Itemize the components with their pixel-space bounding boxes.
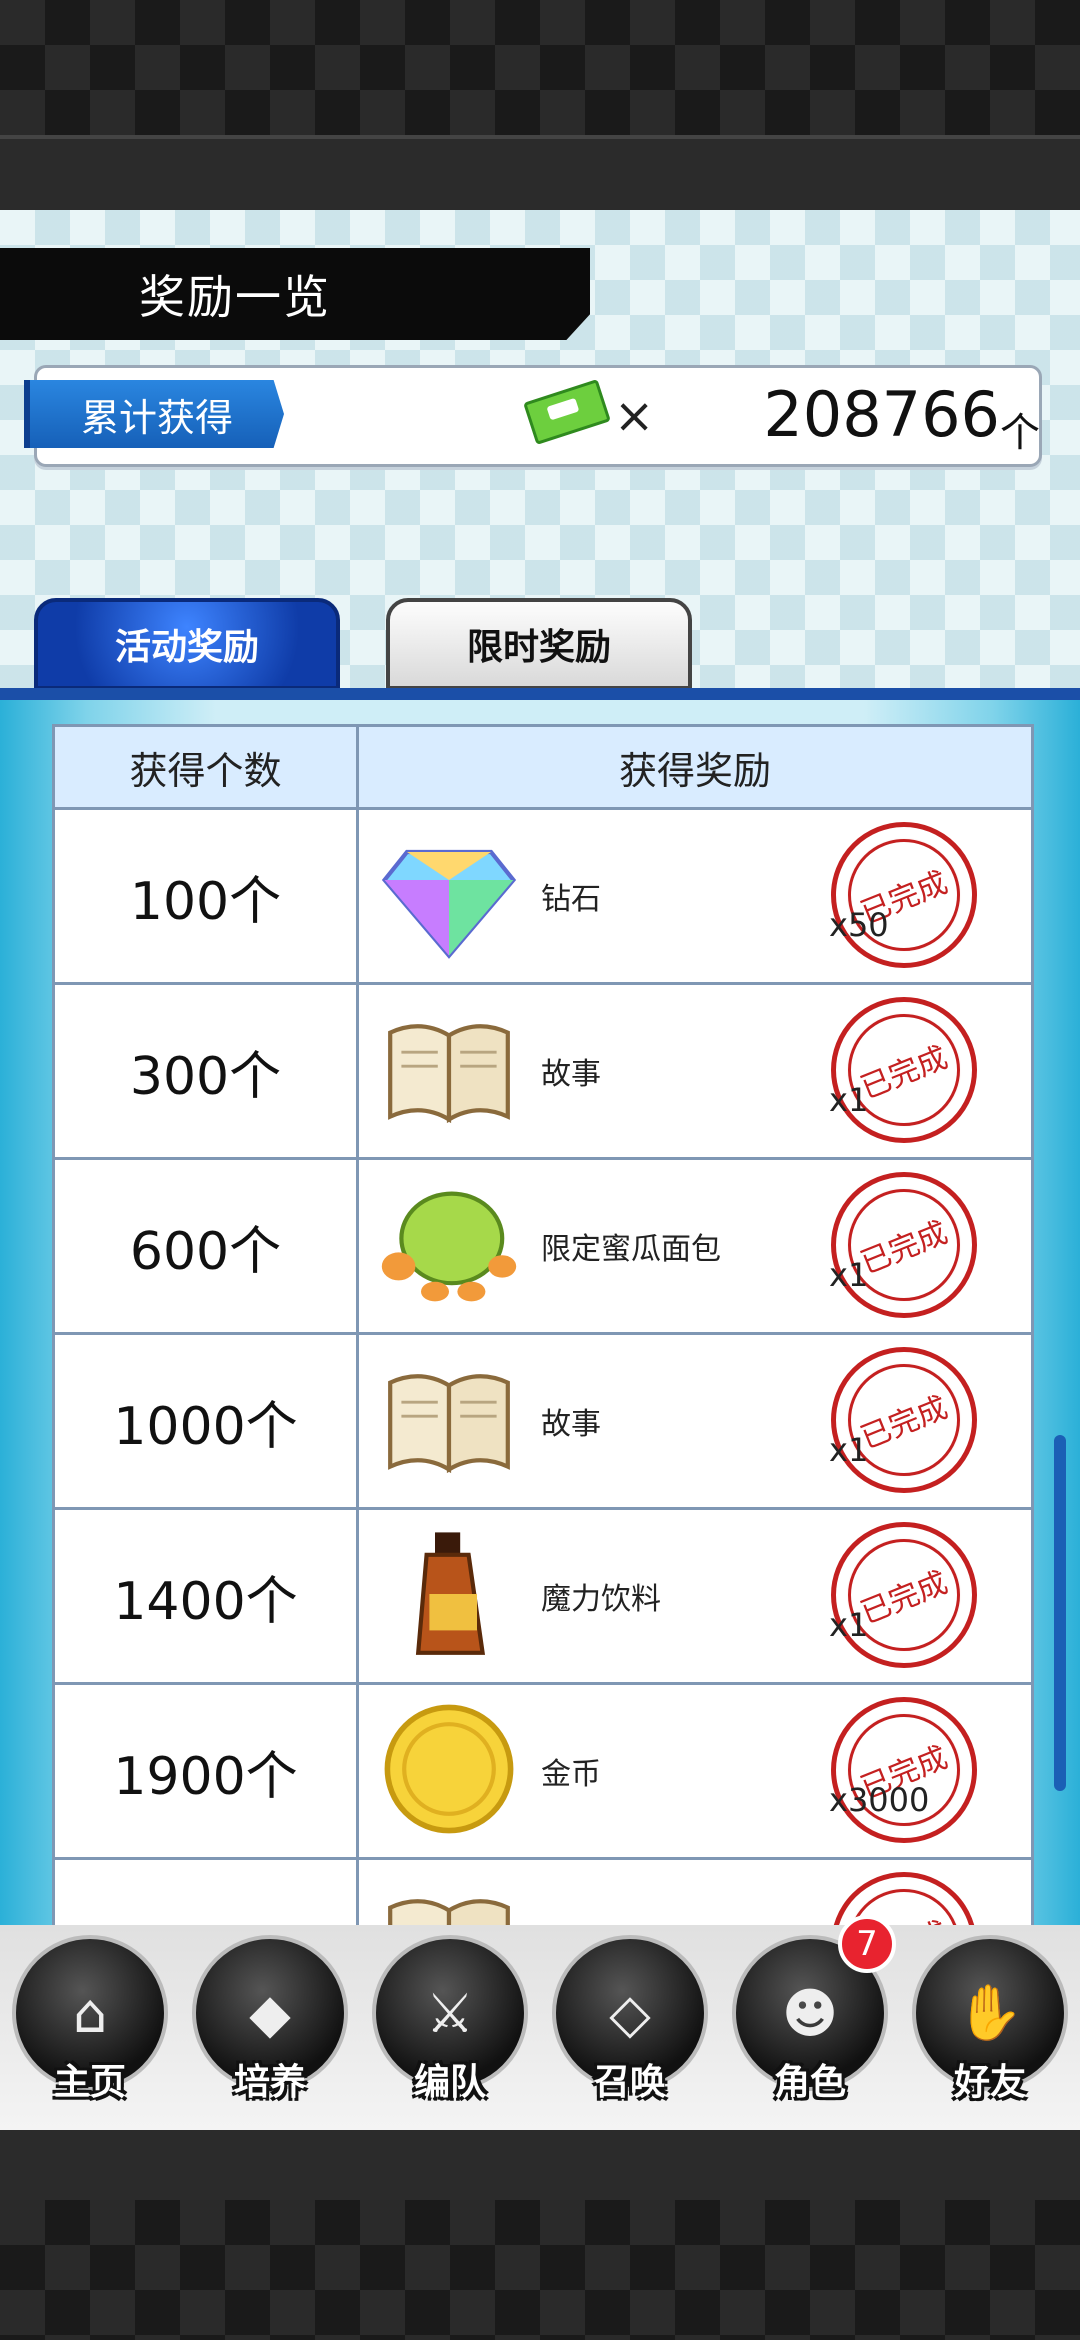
completed-stamp: 已完成	[831, 1697, 977, 1843]
nav-item-4[interactable]: ☻ 角色 7	[720, 1915, 900, 2130]
tab-event-rewards[interactable]: 活动奖励	[34, 598, 340, 690]
row-reward: 钻石 已完成 x50	[359, 810, 1031, 982]
row-reward: 故事 已完成 x1	[359, 985, 1031, 1157]
reward-quantity: x3000	[829, 1781, 930, 1819]
story-book-icon	[379, 1349, 519, 1489]
reward-name: 钻石	[541, 882, 601, 917]
row-count: 1000个	[55, 1335, 359, 1507]
energy-drink-icon	[379, 1524, 519, 1664]
reward-list-area[interactable]: 获得个数 获得奖励 100个 钻石 已完成 x50 300个 故事 已完成 x1 600个 限定蜜…	[0, 700, 1080, 2130]
reward-quantity: x1	[829, 1431, 869, 1469]
top-decor	[0, 0, 1080, 135]
header-reward: 获得奖励	[618, 748, 771, 793]
row-reward: 限定蜜瓜面包 已完成 x1	[359, 1160, 1031, 1332]
completed-stamp: 已完成	[831, 1347, 977, 1493]
top-bar	[0, 135, 1080, 214]
nav-label: 培养	[233, 2062, 306, 2103]
bottom-decor	[0, 2200, 1080, 2340]
rewards-panel: 奖励一览 累计获得 × 208766 个 活动奖励 限时奖励 获得个数 获得奖励…	[0, 210, 1080, 2130]
reward-name: 限定蜜瓜面包	[541, 1232, 721, 1267]
tab-underline	[0, 688, 1080, 700]
story-book-icon	[379, 999, 519, 1139]
table-rows: 100个 钻石 已完成 x50 300个 故事 已完成 x1 600个 限定蜜瓜面包 已完成 x1 10…	[55, 810, 1031, 2035]
nav-label: 召唤	[593, 2062, 666, 2103]
nav-label: 角色	[773, 2062, 846, 2103]
reward-name: 故事	[541, 1407, 601, 1442]
page-title: 奖励一览	[0, 248, 590, 340]
nav-item-0[interactable]: ⌂ 主页	[0, 1925, 180, 2130]
nav-label: 编队	[413, 2062, 486, 2103]
completed-stamp: 已完成	[831, 1172, 977, 1318]
total-unit: 个	[1000, 410, 1040, 456]
table-row: 1900个 金币 已完成 x3000	[55, 1685, 1031, 1860]
total-value: 208766	[763, 378, 1000, 451]
completed-stamp: 已完成	[831, 997, 977, 1143]
reward-name: 金币	[541, 1757, 601, 1792]
bottom-nav: ⌂ 主页 ◆ 培养 ⚔ 编队 ◇ 召唤 ☻ 角色 7 ✋ 好友	[0, 1915, 1080, 2130]
table-row: 600个 限定蜜瓜面包 已完成 x1	[55, 1160, 1031, 1335]
row-count: 1900个	[55, 1685, 359, 1857]
reward-name: 魔力饮料	[541, 1582, 661, 1617]
completed-stamp: 已完成	[831, 1522, 977, 1668]
nav-item-3[interactable]: ◇ 召唤	[540, 1925, 720, 2130]
reward-quantity: x1	[829, 1081, 869, 1119]
table-header: 获得个数 获得奖励	[55, 727, 1031, 810]
completed-stamp: 已完成	[831, 822, 977, 968]
table-row: 1000个 故事 已完成 x1	[55, 1335, 1031, 1510]
diamond-icon	[379, 824, 519, 964]
table-row: 300个 故事 已完成 x1	[55, 985, 1031, 1160]
tab-limited-rewards[interactable]: 限时奖励	[386, 598, 692, 690]
nav-item-5[interactable]: ✋ 好友	[900, 1925, 1080, 2130]
notification-badge: 7	[838, 1915, 896, 1973]
total-label: 累计获得	[24, 380, 284, 448]
nav-item-2[interactable]: ⚔ 编队	[360, 1925, 540, 2130]
row-count: 300个	[55, 985, 359, 1157]
header-count: 获得个数	[55, 727, 359, 807]
reward-name: 故事	[541, 1057, 601, 1092]
reward-quantity: x1	[829, 1256, 869, 1294]
row-reward: 金币 已完成 x3000	[359, 1685, 1031, 1857]
bottom-bar	[0, 2130, 1080, 2204]
row-count: 600个	[55, 1160, 359, 1332]
times-sign: ×	[614, 388, 655, 444]
nav-item-1[interactable]: ◆ 培养	[180, 1925, 360, 2130]
page-title-text: 奖励一览	[139, 270, 331, 324]
nav-label: 主页	[53, 2062, 126, 2103]
row-reward: 故事 已完成 x1	[359, 1335, 1031, 1507]
reward-table: 获得个数 获得奖励 100个 钻石 已完成 x50 300个 故事 已完成 x1 600个 限定蜜…	[52, 724, 1034, 2038]
melon-bread-icon	[379, 1174, 519, 1314]
reward-quantity: x1	[829, 1606, 869, 1644]
reward-quantity: x50	[829, 906, 889, 944]
row-count: 1400个	[55, 1510, 359, 1682]
gold-coin-icon	[379, 1699, 519, 1839]
row-count: 100个	[55, 810, 359, 982]
scrollbar[interactable]	[1054, 1435, 1066, 1791]
nav-label: 好友	[953, 2062, 1026, 2103]
row-reward: 魔力饮料 已完成 x1	[359, 1510, 1031, 1682]
table-row: 1400个 魔力饮料 已完成 x1	[55, 1510, 1031, 1685]
table-row: 100个 钻石 已完成 x50	[55, 810, 1031, 985]
